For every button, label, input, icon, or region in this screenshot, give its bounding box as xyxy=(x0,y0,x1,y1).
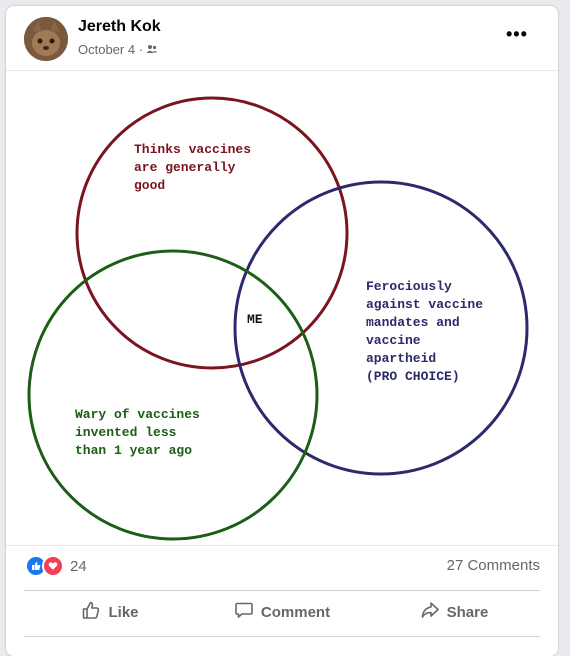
venn-label-green: invented less xyxy=(75,425,177,440)
like-label: Like xyxy=(108,603,139,621)
reactions-summary[interactable]: 24 xyxy=(25,555,87,577)
venn-label-green: than 1 year ago xyxy=(75,443,192,458)
comments-count-link[interactable]: 27 Comments xyxy=(447,557,540,574)
venn-circle-red xyxy=(75,96,349,370)
like-button[interactable]: Like xyxy=(24,592,196,632)
venn-circle-green xyxy=(27,249,319,541)
venn-label-green: Wary of vaccines xyxy=(75,407,200,422)
thumbs-up-icon xyxy=(81,600,101,624)
divider xyxy=(24,590,540,591)
comment-label: Comment xyxy=(260,603,331,621)
friends-icon xyxy=(146,42,158,57)
share-icon xyxy=(420,600,440,624)
love-icon xyxy=(42,555,64,577)
venn-label-blue: against vaccine xyxy=(366,297,483,312)
venn-label-blue: vaccine xyxy=(366,333,421,348)
comment-button[interactable]: Comment xyxy=(196,592,368,632)
venn-label-blue: apartheid xyxy=(366,351,436,366)
venn-label-red: good xyxy=(134,178,165,193)
post-date[interactable]: October 4 · xyxy=(78,42,143,57)
venn-label-blue: (PRO CHOICE) xyxy=(366,369,460,384)
venn-label-blue: Ferociously xyxy=(366,279,452,294)
share-label: Share xyxy=(446,603,489,621)
post-card: Jereth Kok October 4 · ••• Thinks vaccin… xyxy=(6,6,558,656)
post-menu-button[interactable]: ••• xyxy=(506,24,528,45)
venn-center-label: ME xyxy=(247,312,263,327)
post-meta: October 4 · xyxy=(78,42,158,57)
venn-diagram-image[interactable]: Thinks vaccines are generally good Ferociou… xyxy=(6,70,558,546)
venn-label-red: are generally xyxy=(134,160,236,175)
venn-label-blue: mandates and xyxy=(366,315,460,330)
share-button[interactable]: Share xyxy=(368,592,540,632)
avatar[interactable] xyxy=(24,17,68,61)
comment-icon xyxy=(234,600,254,624)
reaction-count: 24 xyxy=(70,557,87,575)
action-bar: Like Comment Share xyxy=(24,592,540,632)
divider xyxy=(24,636,540,637)
author-name[interactable]: Jereth Kok xyxy=(78,18,161,36)
venn-label-red: Thinks vaccines xyxy=(134,142,251,157)
ellipsis-icon: ••• xyxy=(506,24,528,44)
